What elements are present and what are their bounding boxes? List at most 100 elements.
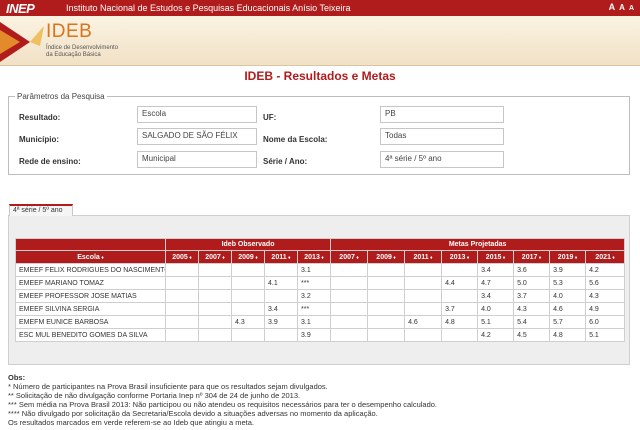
institution-name: Instituto Nacional de Estudos e Pesquisa… [66, 3, 351, 13]
obs-line: Os resultados marcados em verde referem-… [8, 418, 254, 427]
metas-projected-header: Metas Projetadas [330, 238, 626, 251]
projected-year-header[interactable]: 2013 [441, 250, 479, 264]
observed-value-cell: 3.9 [264, 315, 298, 329]
projected-value-cell [330, 263, 369, 277]
projected-value-cell: 5.0 [513, 276, 551, 290]
projected-value-cell [367, 315, 406, 329]
table-row: EMEEF MARIANO TOMAZ 4.1 *** 4.4 4.7 5.0 5.3 5.6 [15, 276, 626, 290]
projected-value-cell: 4.3 [585, 289, 626, 303]
escola-column-header[interactable]: Escola [15, 250, 166, 264]
ideb-banner: IDEB Índice de Desenvolvimento da Educaç… [0, 16, 640, 66]
uf-field[interactable]: PB [380, 106, 504, 123]
school-name-cell: EMEEF SILVINA SERGIA [15, 302, 166, 316]
font-increase-button[interactable]: A [609, 2, 616, 12]
projected-value-cell: 4.0 [477, 302, 515, 316]
tab-serie[interactable]: 4ª série / 5º ano [9, 204, 73, 216]
school-name-cell: ESC MUL BENEDITO GOMES DA SILVA [15, 328, 166, 342]
observed-value-cell: 3.9 [296, 328, 332, 342]
school-name-cell: EMEEF FELIX RODRIGUES DO NASCIMENTO [15, 263, 166, 277]
observed-value-cell [165, 328, 199, 342]
serie-field[interactable]: 4ª série / 5º ano [380, 151, 504, 168]
ideb-subtitle-line2: da Educação Básica [46, 52, 101, 58]
projected-value-cell: 4.8 [441, 315, 479, 329]
rede-field[interactable]: Municipal [137, 151, 257, 168]
results-table: Ideb Observado Metas Projetadas Escola 2… [15, 238, 626, 342]
ideb-observed-header: Ideb Observado [164, 238, 332, 251]
projected-value-cell [367, 276, 406, 290]
observed-value-cell [165, 315, 199, 329]
table-row: EMEEF FELIX RODRIGUES DO NASCIMENTO 3.1 3.… [15, 263, 626, 277]
observed-value-cell: 3.1 [296, 263, 332, 277]
projected-year-header[interactable]: 2021 [585, 250, 626, 264]
uf-label: UF: [263, 113, 277, 122]
projected-value-cell: 4.4 [441, 276, 479, 290]
projected-value-cell [404, 263, 443, 277]
projected-value-cell: 3.7 [441, 302, 479, 316]
municipio-field[interactable]: SALGADO DE SÃO FÉLIX [137, 128, 257, 145]
observed-value-cell: 3.1 [296, 315, 332, 329]
school-name-cell: EMEFM EUNICE BARBOSA [15, 315, 166, 329]
projected-year-header[interactable]: 2009 [367, 250, 406, 264]
projected-value-cell: 5.6 [585, 276, 626, 290]
rede-label: Rede de ensino: [19, 157, 81, 166]
observed-year-header[interactable]: 2005 [165, 250, 199, 264]
observed-value-cell [165, 276, 199, 290]
observed-year-header[interactable]: 2011 [264, 250, 298, 264]
projected-value-cell: 4.9 [585, 302, 626, 316]
observed-value-cell: 3.4 [264, 302, 298, 316]
obs-line: *** Sem média na Prova Brasil 2013: Não … [8, 400, 438, 409]
projected-value-cell [330, 328, 369, 342]
obs-title: Obs: [8, 373, 26, 382]
projected-value-cell: 3.9 [549, 263, 587, 277]
table-row: EMEEF PROFESSOR JOSE MATIAS 3.2 3.4 3.7 4.0 4… [15, 289, 626, 303]
ideb-leaf-icon [0, 22, 44, 62]
projected-value-cell: 4.2 [585, 263, 626, 277]
projected-year-header[interactable]: 2019 [549, 250, 587, 264]
observed-value-cell [198, 302, 232, 316]
observed-value-cell [198, 289, 232, 303]
projected-value-cell: 4.8 [549, 328, 587, 342]
projected-value-cell: 3.4 [477, 263, 515, 277]
projected-value-cell: 4.5 [513, 328, 551, 342]
projected-value-cell [404, 276, 443, 290]
projected-value-cell: 4.6 [404, 315, 443, 329]
table-row: EMEFM EUNICE BARBOSA 4.3 3.9 3.1 4.6 4.8 5.1 5.… [15, 315, 626, 329]
projected-value-cell [404, 328, 443, 342]
observed-value-cell [198, 328, 232, 342]
obs-line: **** Não divulgado por solicitação da Se… [8, 409, 378, 418]
projected-value-cell [367, 328, 406, 342]
font-reset-button[interactable]: A [619, 3, 625, 12]
escola-field[interactable]: Todas [380, 128, 504, 145]
projected-year-header[interactable]: 2011 [404, 250, 443, 264]
observed-value-cell [165, 263, 199, 277]
inep-logo[interactable]: INEP [6, 1, 35, 16]
projected-value-cell: 4.3 [513, 302, 551, 316]
projected-year-header[interactable]: 2007 [330, 250, 369, 264]
resultado-field[interactable]: Escola [137, 106, 257, 123]
observed-year-header[interactable]: 2013 [296, 250, 332, 264]
projected-value-cell: 5.3 [549, 276, 587, 290]
observed-year-header[interactable]: 2007 [198, 250, 232, 264]
observed-value-cell [198, 276, 232, 290]
projected-value-cell [441, 328, 479, 342]
serie-label: Série / Ano: [263, 157, 308, 166]
ideb-logo-title[interactable]: IDEB [46, 21, 92, 43]
observed-value-cell [165, 302, 199, 316]
projected-value-cell [404, 302, 443, 316]
observed-year-header[interactable]: 2009 [231, 250, 265, 264]
school-name-cell: EMEEF PROFESSOR JOSE MATIAS [15, 289, 166, 303]
projected-value-cell [330, 315, 369, 329]
projected-value-cell [367, 302, 406, 316]
observed-value-cell [198, 315, 232, 329]
escola-label: Nome da Escola: [263, 135, 328, 144]
blank-header [15, 238, 166, 251]
projected-year-header[interactable]: 2017 [513, 250, 551, 264]
projected-year-header[interactable]: 2015 [477, 250, 515, 264]
obs-line: ** Solicitação de não divulgação conform… [8, 391, 301, 400]
ideb-logo-subtitle: Índice de Desenvolvimento da Educação Bá… [46, 45, 118, 59]
table-row: ESC MUL BENEDITO GOMES DA SILVA 3.9 4.2 4.5… [15, 328, 626, 342]
observed-value-cell [198, 263, 232, 277]
obs-line: * Número de participantes na Prova Brasi… [8, 382, 328, 391]
projected-value-cell [367, 263, 406, 277]
font-decrease-button[interactable]: A [629, 5, 634, 12]
